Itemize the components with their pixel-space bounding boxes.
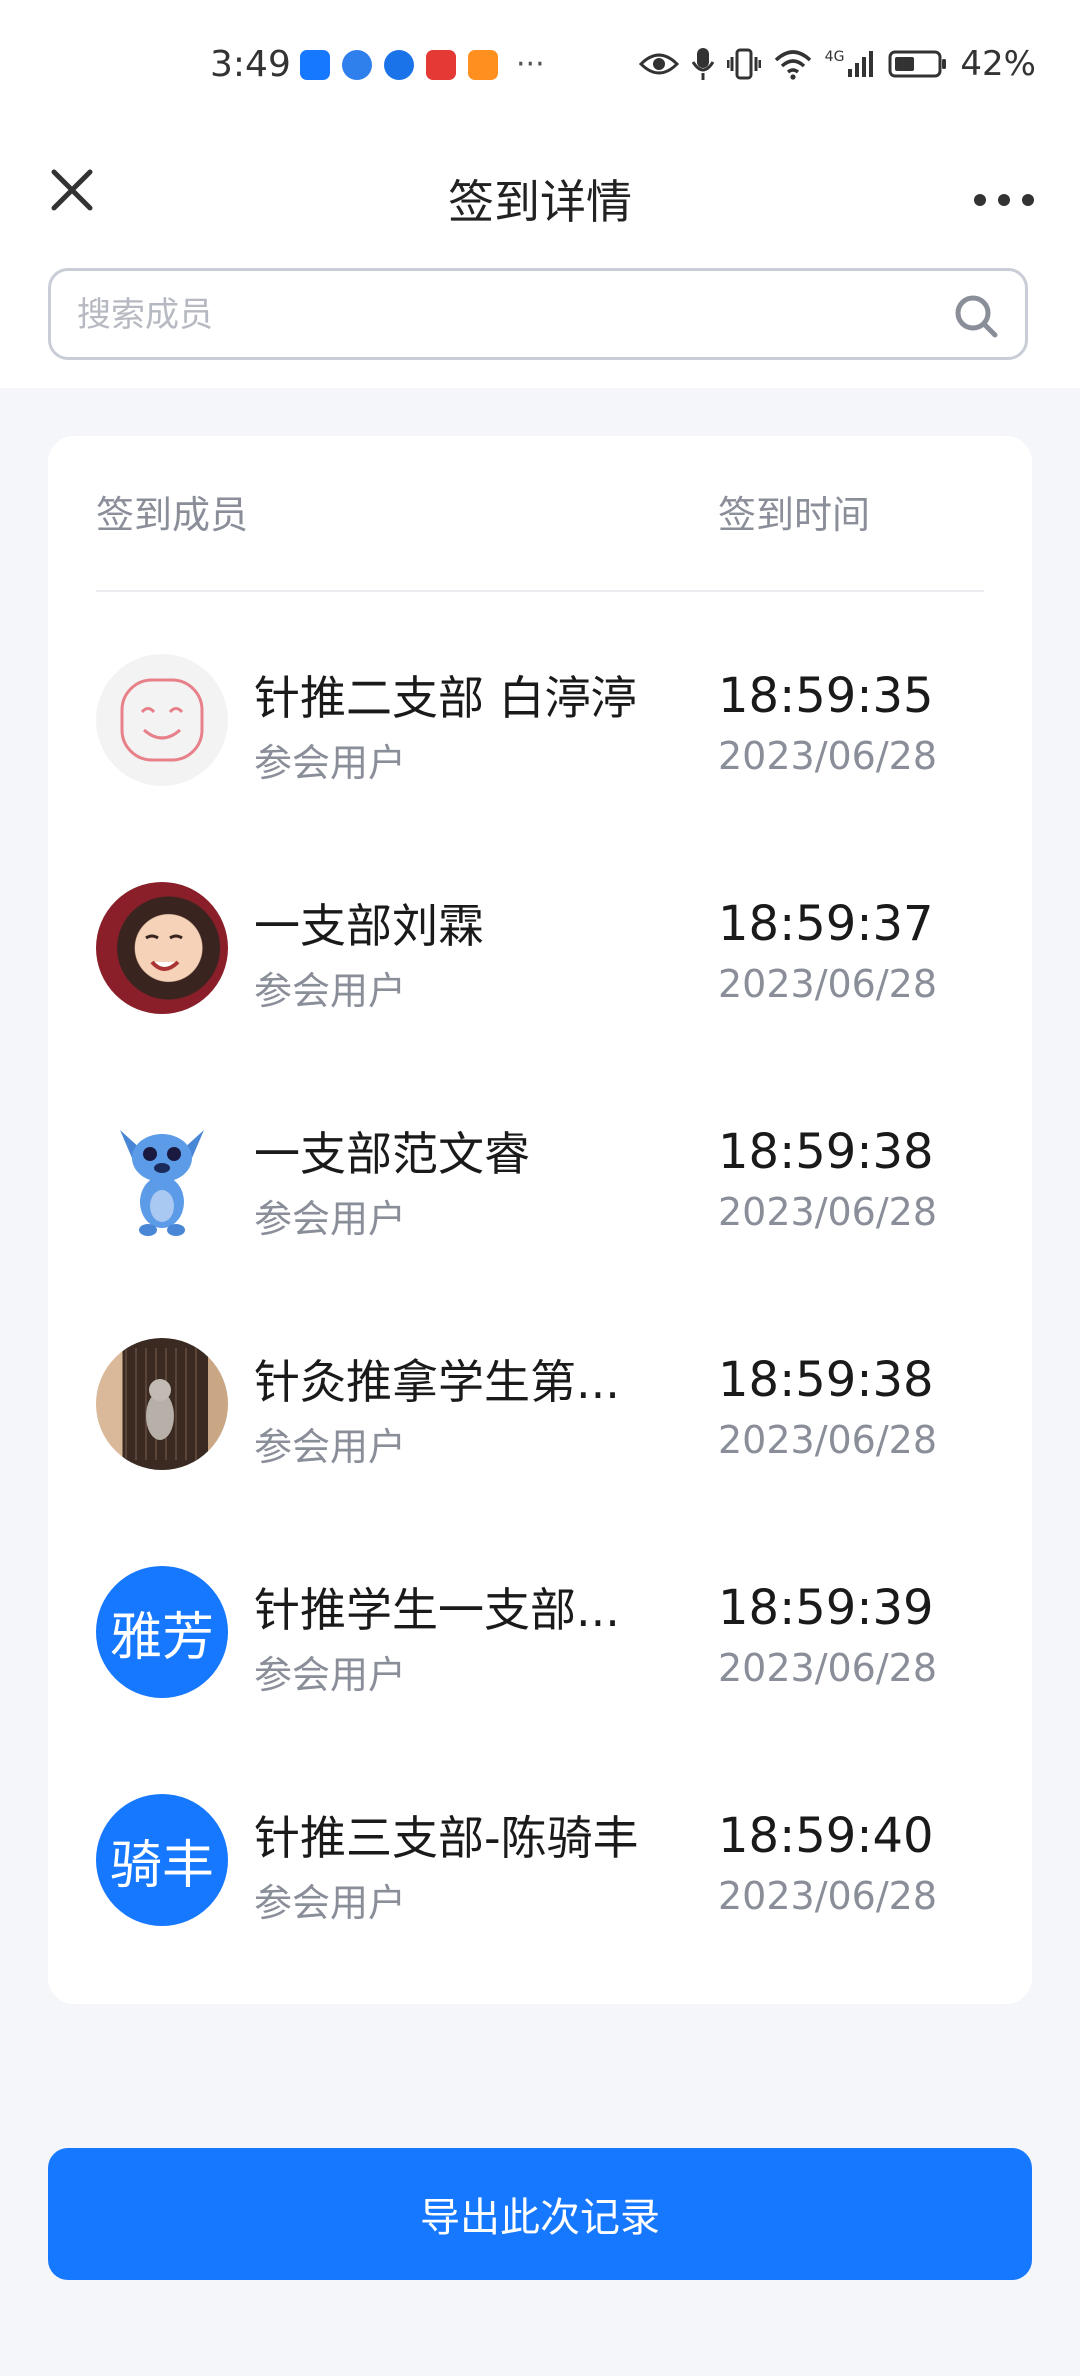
smiley-icon — [120, 678, 204, 762]
member-role: 参会用户 — [254, 741, 407, 785]
sign-in-date: 2023/06/28 — [718, 1418, 938, 1462]
status-time: 3:49 — [210, 44, 291, 85]
sign-in-date: 2023/06/28 — [718, 1646, 938, 1690]
sign-in-time: 18:59:37 — [718, 896, 934, 952]
member-role: 参会用户 — [254, 1425, 407, 1469]
video-app-icon — [468, 50, 498, 80]
more-notifications-icon: ··· — [516, 47, 545, 82]
column-header-member: 签到成员 — [96, 493, 249, 537]
member-name: 针推二支部 白渟渟 — [254, 671, 637, 725]
member-name: 针推三支部-陈骑丰 — [254, 1811, 639, 1865]
sign-in-list-card: 签到成员 签到时间 针推二支部 白渟渟 参会用户 18:59:35 2023/0… — [48, 436, 1032, 2004]
list-item[interactable]: 针推二支部 白渟渟 参会用户 18:59:35 2023/06/28 — [48, 622, 1032, 850]
sign-in-date: 2023/06/28 — [718, 1874, 938, 1918]
member-role: 参会用户 — [254, 1881, 407, 1925]
eye-icon — [638, 53, 679, 75]
meet-app-icon — [300, 50, 330, 80]
sign-in-time: 18:59:38 — [718, 1352, 934, 1408]
member-name: 一支部范文睿 — [254, 1127, 530, 1181]
sign-in-date: 2023/06/28 — [718, 734, 938, 778]
member-name: 针灸推拿学生第... — [254, 1355, 620, 1409]
sign-in-time: 18:59:38 — [718, 1124, 934, 1180]
more-options-icon[interactable] — [964, 158, 1044, 222]
battery-icon — [888, 50, 947, 78]
battery-percentage: 42% — [960, 44, 1036, 84]
export-record-button[interactable]: 导出此次记录 — [48, 2148, 1032, 2280]
member-name: 一支部刘霖 — [254, 899, 484, 953]
sign-in-date: 2023/06/28 — [718, 962, 938, 1006]
sign-in-time: 18:59:39 — [718, 1580, 934, 1636]
status-bar: 3:49 ··· 4G 42% — [0, 0, 1080, 136]
search-box — [48, 268, 1028, 360]
cat-photo-avatar — [96, 1338, 228, 1470]
nav-bar: 签到详情 — [0, 136, 1080, 256]
header-divider — [96, 590, 984, 592]
huawei-app-icon — [426, 50, 456, 80]
stitch-cartoon-avatar — [96, 1110, 228, 1242]
microphone-icon — [691, 48, 714, 80]
wifi-icon — [774, 50, 811, 80]
list-item[interactable]: 雅芳 针推学生一支部... 参会用户 18:59:39 2023/06/28 — [48, 1534, 1032, 1762]
edge-app-icon — [384, 50, 414, 80]
member-name: 针推学生一支部... — [254, 1583, 620, 1637]
sign-in-time: 18:59:35 — [718, 668, 934, 724]
text-avatar: 雅芳 — [96, 1566, 228, 1698]
header-area: 3:49 ··· 4G 42% 签到详情 — [0, 0, 1080, 388]
list-item[interactable]: 一支部范文睿 参会用户 18:59:38 2023/06/28 — [48, 1078, 1032, 1306]
search-input[interactable] — [75, 271, 939, 359]
vibrate-icon — [726, 48, 761, 80]
member-role: 参会用户 — [254, 1197, 407, 1241]
column-header-time: 签到时间 — [718, 493, 871, 537]
cat-image — [125, 1348, 197, 1460]
search-icon[interactable] — [953, 293, 999, 339]
page-title: 签到详情 — [448, 175, 632, 229]
list-item[interactable]: 一支部刘霖 参会用户 18:59:37 2023/06/28 — [48, 850, 1032, 1078]
list-item[interactable]: 骑丰 针推三支部-陈骑丰 参会用户 18:59:40 2023/06/28 — [48, 1762, 1032, 1990]
smiley-avatar — [96, 654, 228, 786]
network-type-label: 4G — [824, 49, 845, 65]
member-role: 参会用户 — [254, 969, 407, 1013]
browser-app-icon — [342, 50, 372, 80]
text-avatar: 骑丰 — [96, 1794, 228, 1926]
list-item[interactable]: 针灸推拿学生第... 参会用户 18:59:38 2023/06/28 — [48, 1306, 1032, 1534]
member-role: 参会用户 — [254, 1653, 407, 1697]
sign-in-time: 18:59:40 — [718, 1808, 934, 1864]
child-face-image — [145, 934, 183, 971]
notification-app-icons: ··· — [300, 50, 545, 80]
status-indicators: 4G 42% — [638, 44, 1036, 84]
cartoon-character-image — [120, 1130, 204, 1236]
sign-in-date: 2023/06/28 — [718, 1190, 938, 1234]
cellular-signal-icon: 4G — [825, 49, 877, 79]
child-photo-avatar — [96, 882, 228, 1014]
